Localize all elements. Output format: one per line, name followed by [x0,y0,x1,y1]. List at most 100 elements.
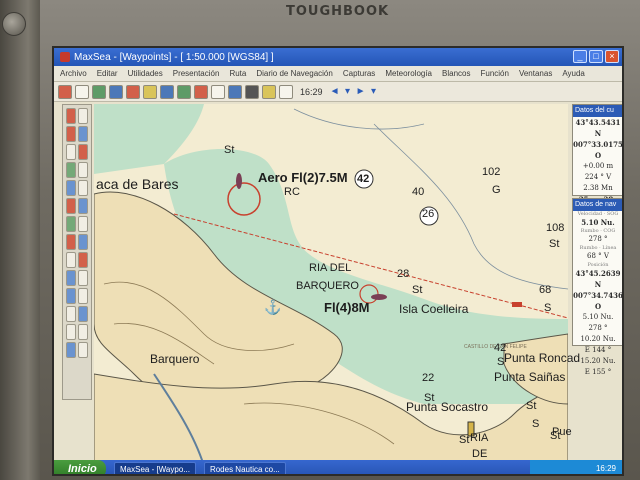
nav-panel-title: Datos de nav [573,199,622,211]
palette-eraser-icon[interactable] [78,108,88,124]
vessel-marker-1[interactable] [236,173,242,189]
palette-line-icon[interactable] [78,198,88,214]
arrow-down-icon-2[interactable]: ▾ [369,86,379,97]
menu-ayuda[interactable]: Ayuda [562,69,585,78]
arrow-left-icon[interactable]: ◄ [330,86,340,97]
cursor-longitude: 007°33.0175 O [573,140,623,160]
seabed-s-1: S [544,302,552,314]
info-button[interactable] [245,84,259,99]
zoom-button[interactable] [228,84,242,99]
layer-button[interactable] [109,84,123,99]
palette-target-icon[interactable] [78,144,88,160]
nav-bearing-1: E 144 ° [584,346,612,354]
nav-course: 278 ° [588,235,608,243]
palette-square-icon-1[interactable] [66,270,76,286]
depth-102: 102 [482,166,501,178]
own-ship-marker[interactable] [512,302,522,307]
palette-square-icon-9[interactable] [66,342,76,358]
taskbar-item-maxsea[interactable]: MaxSea - [Waypo... [114,462,196,474]
bezel-screw [2,12,26,36]
tide-button[interactable] [262,84,276,99]
ruler-tool-button[interactable] [75,84,89,99]
print-button[interactable] [211,84,225,99]
depth-40: 40 [412,186,425,198]
label-punta-socastro: Punta Socastro [406,400,489,414]
palette-square-icon-5[interactable] [66,306,76,322]
palette-square-icon-8[interactable] [78,324,88,340]
window-title: MaxSea - [Waypoints] - [ 1:50.000 [WGS84… [74,51,274,63]
weather-button[interactable] [160,84,174,99]
seabed-st-4: St [526,400,537,412]
minimize-button[interactable]: _ [573,50,587,63]
menu-editar[interactable]: Editar [97,69,118,78]
cursor-depth: +0.00 m [582,162,614,170]
nav-heading: 68 ° V [587,252,609,260]
cursor-data-panel[interactable]: Datos del cu 43°43.5431 N 007°33.0175 O … [572,104,623,204]
menu-blancos[interactable]: Blancos [442,69,470,78]
targets-button[interactable] [177,84,191,99]
label-light-aero: Aero Fl(2)7.5M [258,170,348,185]
palette-square-icon-6[interactable] [78,306,88,322]
nav-speed-3: 10.20 Nu. [580,335,616,343]
tray-clock: 16:29 [595,464,616,473]
arrow-down-icon[interactable]: ▾ [343,86,353,97]
label-barquero: Barquero [150,352,200,366]
waypoint-button[interactable] [194,84,208,99]
seabed-st-6: St [459,434,470,446]
arrow-right-icon[interactable]: ► [356,86,366,97]
menu-meteorologia[interactable]: Meteorología [385,69,432,78]
taskbar-item-rodes[interactable]: Rodes Nautica co... [203,462,286,474]
seabed-s-2: S [497,356,505,368]
depth-22: 22 [422,372,435,384]
seabed-g: G [492,184,501,196]
label-rc: RC [284,186,300,198]
menu-ventanas[interactable]: Ventanas [519,69,552,78]
clock-icon[interactable] [279,84,293,99]
palette-circle-icon[interactable] [78,180,88,196]
nav-speed-4: 15.20 Nu. [580,357,616,365]
palette-flag-icon[interactable] [66,198,76,214]
menu-diario[interactable]: Diario de Navegación [256,69,333,78]
palette-boat-icon[interactable] [66,162,76,178]
palette-square-icon-2[interactable] [78,270,88,286]
menu-archivo[interactable]: Archivo [60,69,87,78]
palette-pencil-icon[interactable] [66,108,76,124]
seabed-st-1: St [224,144,235,156]
menu-ruta[interactable]: Ruta [229,69,246,78]
label-ria-line1: RIA DEL [309,262,352,274]
label-punta-sainas: Punta Saiñas [494,370,566,384]
main-toolbar: 16:29 ◄ ▾ ► ▾ [54,82,622,102]
window-controls: _ □ × [573,50,619,63]
palette-anchor-icon[interactable] [66,234,76,250]
palette-square-icon-3[interactable] [66,288,76,304]
menu-funcion[interactable]: Función [480,69,508,78]
pencil-tool-button[interactable] [58,84,72,99]
grid-button[interactable] [92,84,106,99]
palette-buoy-icon[interactable] [66,180,76,196]
nav-bearing-2: E 155 ° [584,368,612,376]
palette-delete-icon[interactable] [78,252,88,268]
palette-hand-icon[interactable] [78,162,88,178]
palette-square-icon-4[interactable] [78,288,88,304]
menu-utilidades[interactable]: Utilidades [128,69,163,78]
palette-square-icon-10[interactable] [78,342,88,358]
start-button[interactable]: Inicio [54,460,106,474]
navigation-data-panel[interactable]: Datos de nav Velocidad · SOG 5.10 Nu. Ru… [572,198,622,376]
palette-dist-icon[interactable] [78,234,88,250]
menu-presentacion[interactable]: Presentación [173,69,220,78]
palette-mark-icon[interactable] [66,144,76,160]
palette-square-icon-7[interactable] [66,324,76,340]
menu-bar: Archivo Editar Utilidades Presentación R… [54,66,622,82]
palette-text-icon[interactable] [78,216,88,232]
route-button[interactable] [126,84,140,99]
palette-scale-icon[interactable] [66,252,76,268]
maximize-button[interactable]: □ [589,50,603,63]
palette-waypoint-icon[interactable] [66,126,76,142]
menu-capturas[interactable]: Capturas [343,69,375,78]
palette-route-icon[interactable] [78,126,88,142]
palette-area-icon[interactable] [66,216,76,232]
vessel-marker-2[interactable] [371,294,387,300]
close-button[interactable]: × [605,50,619,63]
nautical-chart[interactable]: ⚓ aca de Bares Aero Fl(2)7.5M 42 RC RIA … [94,104,580,466]
chart-button[interactable] [143,84,157,99]
